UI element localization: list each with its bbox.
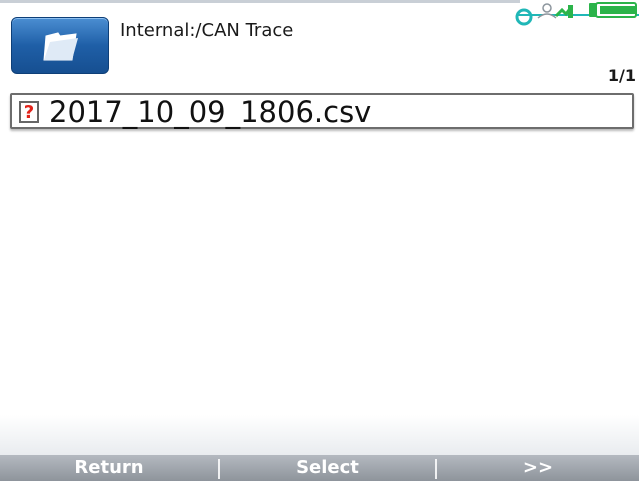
header-bar: Internal:/CAN Trace 1/1 <box>0 0 639 90</box>
current-path: Internal:/CAN Trace <box>120 20 294 41</box>
file-browser-screen: Internal:/CAN Trace 1/1 ? 2017_10_09_180… <box>0 0 639 481</box>
connection-icon <box>515 8 533 26</box>
battery-icon <box>589 2 637 18</box>
more-softkey[interactable]: >> <box>437 455 639 481</box>
header-divider <box>0 0 520 3</box>
folder-button[interactable] <box>11 17 109 74</box>
file-list-item[interactable]: ? 2017_10_09_1806.csv <box>10 93 634 129</box>
footer-gradient <box>0 415 639 455</box>
unknown-file-icon: ? <box>19 101 39 123</box>
status-icons <box>515 2 639 26</box>
select-softkey[interactable]: Select <box>220 455 435 481</box>
return-softkey[interactable]: Return <box>0 455 218 481</box>
file-name: 2017_10_09_1806.csv <box>49 95 372 129</box>
page-count: 1/1 <box>607 66 636 85</box>
softkey-bar: Return Select >> <box>0 455 639 481</box>
folder-icon <box>43 32 78 61</box>
